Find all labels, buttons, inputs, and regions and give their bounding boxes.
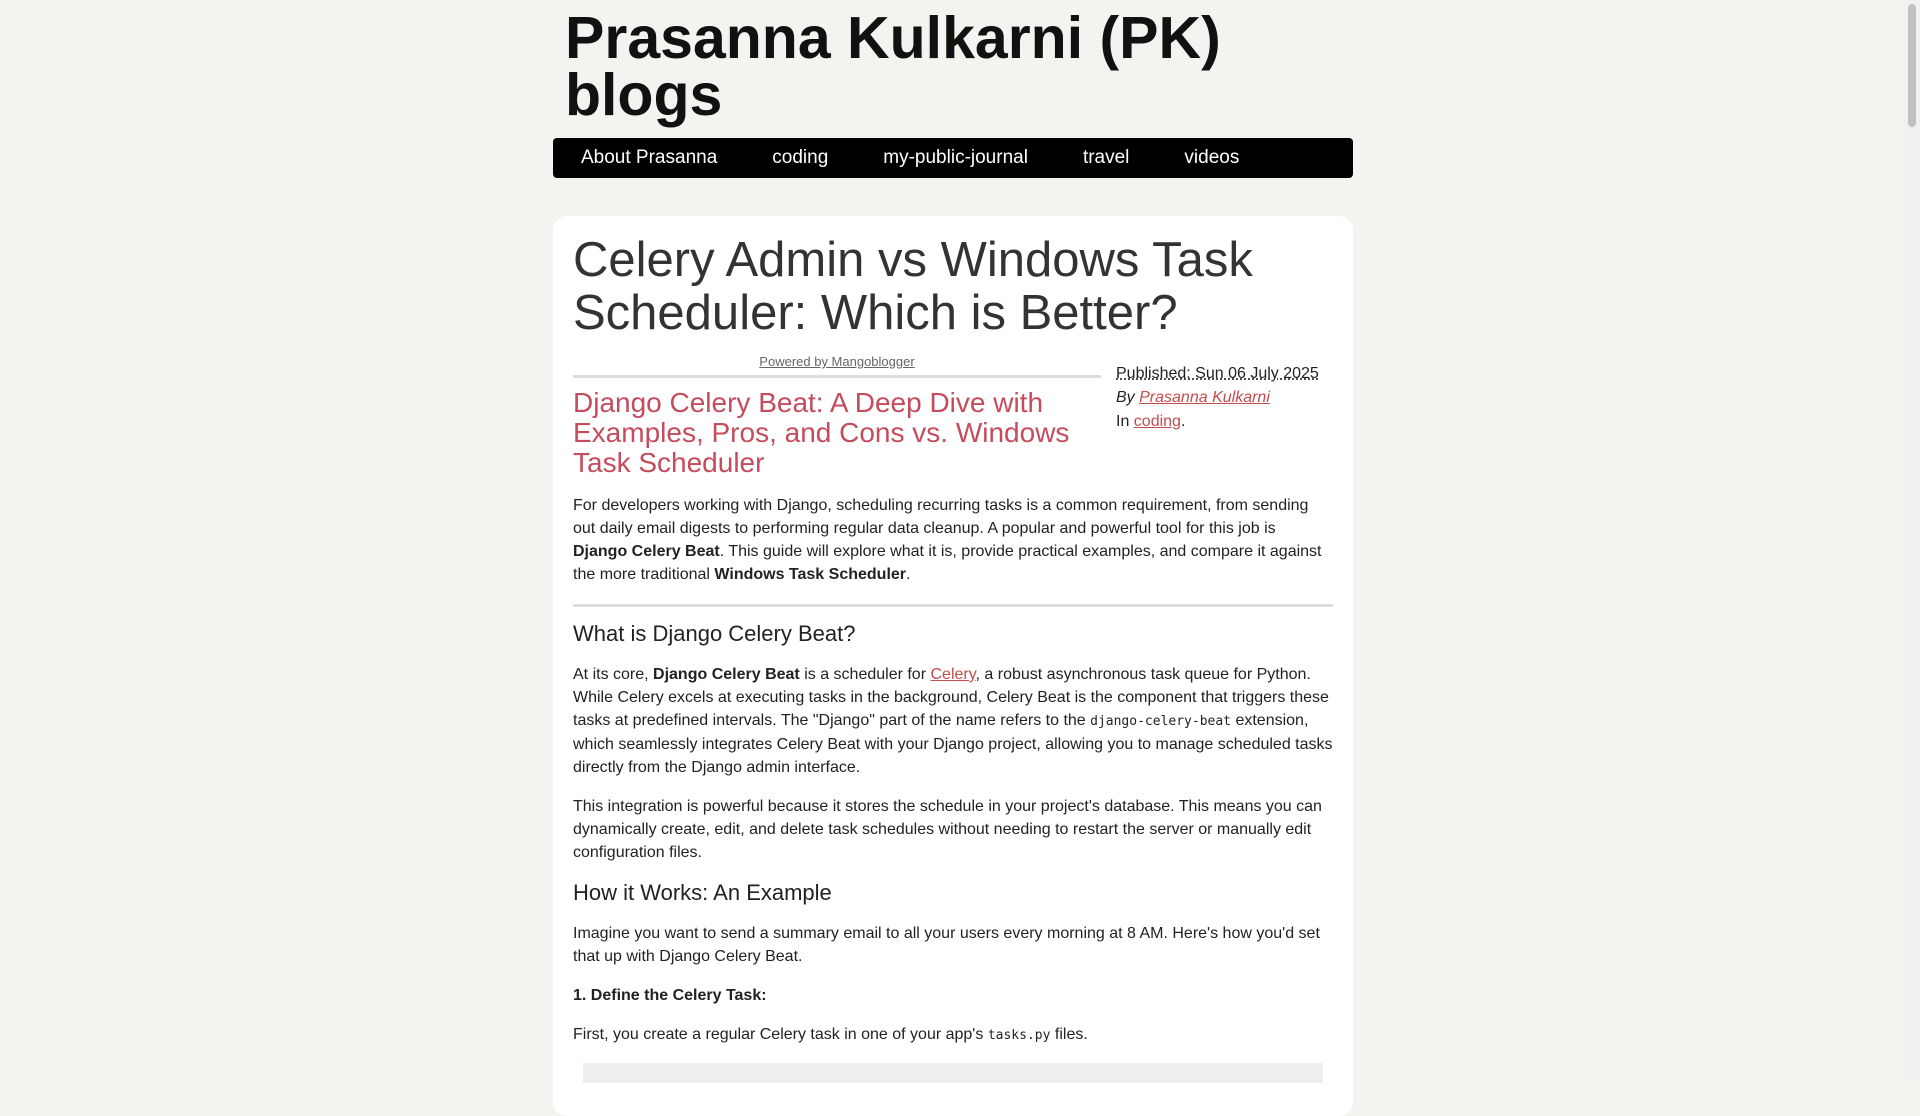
- code-tasks-py: tasks.py: [987, 1028, 1051, 1043]
- post-subtitle: Django Celery Beat: A Deep Dive with Exa…: [573, 387, 1070, 478]
- post-meta: Published: Sun 06 July 2025 By Prasanna …: [1116, 365, 1319, 430]
- intro-paragraph: For developers working with Django, sche…: [573, 497, 1322, 583]
- step-1-heading: 1. Define the Celery Task:: [573, 987, 767, 1004]
- site-title[interactable]: Prasanna Kulkarni (PK) blogs: [553, 0, 1265, 125]
- what-paragraph-1: At its core, Django Celery Beat is a sch…: [573, 666, 1333, 776]
- scrollbar[interactable]: [1904, 0, 1920, 1080]
- powered-by: Powered by Mangoblogger: [573, 354, 1101, 369]
- heading-what-is: What is Django Celery Beat?: [573, 621, 856, 646]
- what-paragraph-2: This integration is powerful because it …: [573, 798, 1322, 861]
- category-link[interactable]: coding: [1134, 413, 1181, 430]
- post-header-row: Powered by Mangoblogger Django Celery Be…: [573, 354, 1333, 478]
- nav-videos[interactable]: videos: [1184, 147, 1239, 169]
- nav-about-prasanna[interactable]: About Prasanna: [581, 147, 717, 169]
- post-card: Celery Admin vs Windows Task Scheduler: …: [553, 216, 1353, 1116]
- published-date: Published: Sun 06 July 2025: [1116, 365, 1319, 382]
- nav-my-public-journal[interactable]: my-public-journal: [883, 147, 1028, 169]
- section-divider: [573, 604, 1333, 607]
- author-link[interactable]: Prasanna Kulkarni: [1139, 389, 1270, 406]
- scrollbar-thumb[interactable]: [1908, 4, 1916, 127]
- how-paragraph-1: Imagine you want to send a summary email…: [573, 925, 1320, 965]
- in-label: In: [1116, 413, 1130, 430]
- main-nav: About Prasanna coding my-public-journal …: [553, 138, 1353, 178]
- powered-by-link[interactable]: Powered by Mangoblogger: [759, 354, 914, 369]
- header-divider: [573, 375, 1101, 378]
- heading-how-it-works: How it Works: An Example: [573, 880, 832, 905]
- code-django-celery-beat: django-celery-beat: [1090, 714, 1232, 729]
- step-1-paragraph: First, you create a regular Celery task …: [573, 1026, 1088, 1043]
- nav-travel[interactable]: travel: [1083, 147, 1129, 169]
- celery-link[interactable]: Celery: [930, 666, 975, 683]
- nav-coding[interactable]: coding: [772, 147, 828, 169]
- post-title: Celery Admin vs Windows Task Scheduler: …: [573, 233, 1253, 340]
- post-header-main: Powered by Mangoblogger Django Celery Be…: [573, 354, 1101, 478]
- code-block: [583, 1063, 1323, 1083]
- by-label: By: [1116, 389, 1135, 406]
- page-wrapper: Prasanna Kulkarni (PK) blogs About Prasa…: [553, 0, 1353, 1116]
